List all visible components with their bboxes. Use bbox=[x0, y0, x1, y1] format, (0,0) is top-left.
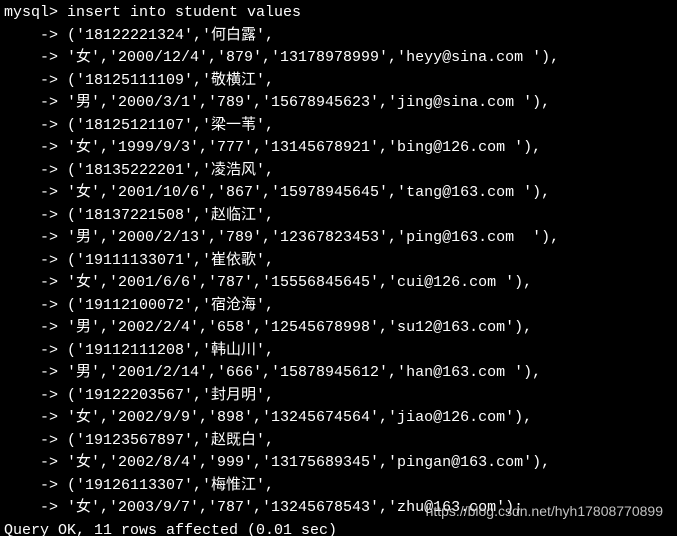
sql-row-7-a: -> ('19112111208','韩山川', bbox=[4, 340, 673, 363]
sql-row-1-a: -> ('18125111109','敬横江', bbox=[4, 70, 673, 93]
sql-row-0-a: -> ('18122221324','何白露', bbox=[4, 25, 673, 48]
sql-row-10-a: -> ('19126113307','梅惟江', bbox=[4, 475, 673, 498]
sql-row-2-a: -> ('18125121107','梁一苇', bbox=[4, 115, 673, 138]
sql-row-3-a: -> ('18135222201','凌浩风', bbox=[4, 160, 673, 183]
sql-row-1-b: -> '男','2000/3/1','789','15678945623','j… bbox=[4, 92, 673, 115]
sql-row-4-a: -> ('18137221508','赵临江', bbox=[4, 205, 673, 228]
sql-row-6-b: -> '男','2002/2/4','658','12545678998','s… bbox=[4, 317, 673, 340]
mysql-terminal[interactable]: mysql> insert into student values -> ('1… bbox=[0, 0, 677, 536]
sql-row-6-a: -> ('19112100072','宿沧海', bbox=[4, 295, 673, 318]
sql-row-7-b: -> '男','2001/2/14','666','15878945612','… bbox=[4, 362, 673, 385]
sql-row-5-b: -> '女','2001/6/6','787','15556845645','c… bbox=[4, 272, 673, 295]
sql-row-0-b: -> '女','2000/12/4','879','13178978999','… bbox=[4, 47, 673, 70]
sql-row-5-a: -> ('19111133071','崔依歌', bbox=[4, 250, 673, 273]
sql-row-4-b: -> '男','2000/2/13','789','12367823453','… bbox=[4, 227, 673, 250]
sql-statement-head: mysql> insert into student values bbox=[4, 2, 673, 25]
sql-row-10-b: -> '女','2003/9/7','787','13245678543','z… bbox=[4, 497, 673, 520]
sql-row-8-b: -> '女','2002/9/9','898','13245674564','j… bbox=[4, 407, 673, 430]
sql-row-2-b: -> '女','1999/9/3','777','13145678921','b… bbox=[4, 137, 673, 160]
sql-row-9-a: -> ('19123567897','赵既白', bbox=[4, 430, 673, 453]
query-result-line1: Query OK, 11 rows affected (0.01 sec) bbox=[4, 520, 673, 536]
sql-row-8-a: -> ('19122203567','封月明', bbox=[4, 385, 673, 408]
sql-row-3-b: -> '女','2001/10/6','867','15978945645','… bbox=[4, 182, 673, 205]
sql-row-9-b: -> '女','2002/8/4','999','13175689345','p… bbox=[4, 452, 673, 475]
